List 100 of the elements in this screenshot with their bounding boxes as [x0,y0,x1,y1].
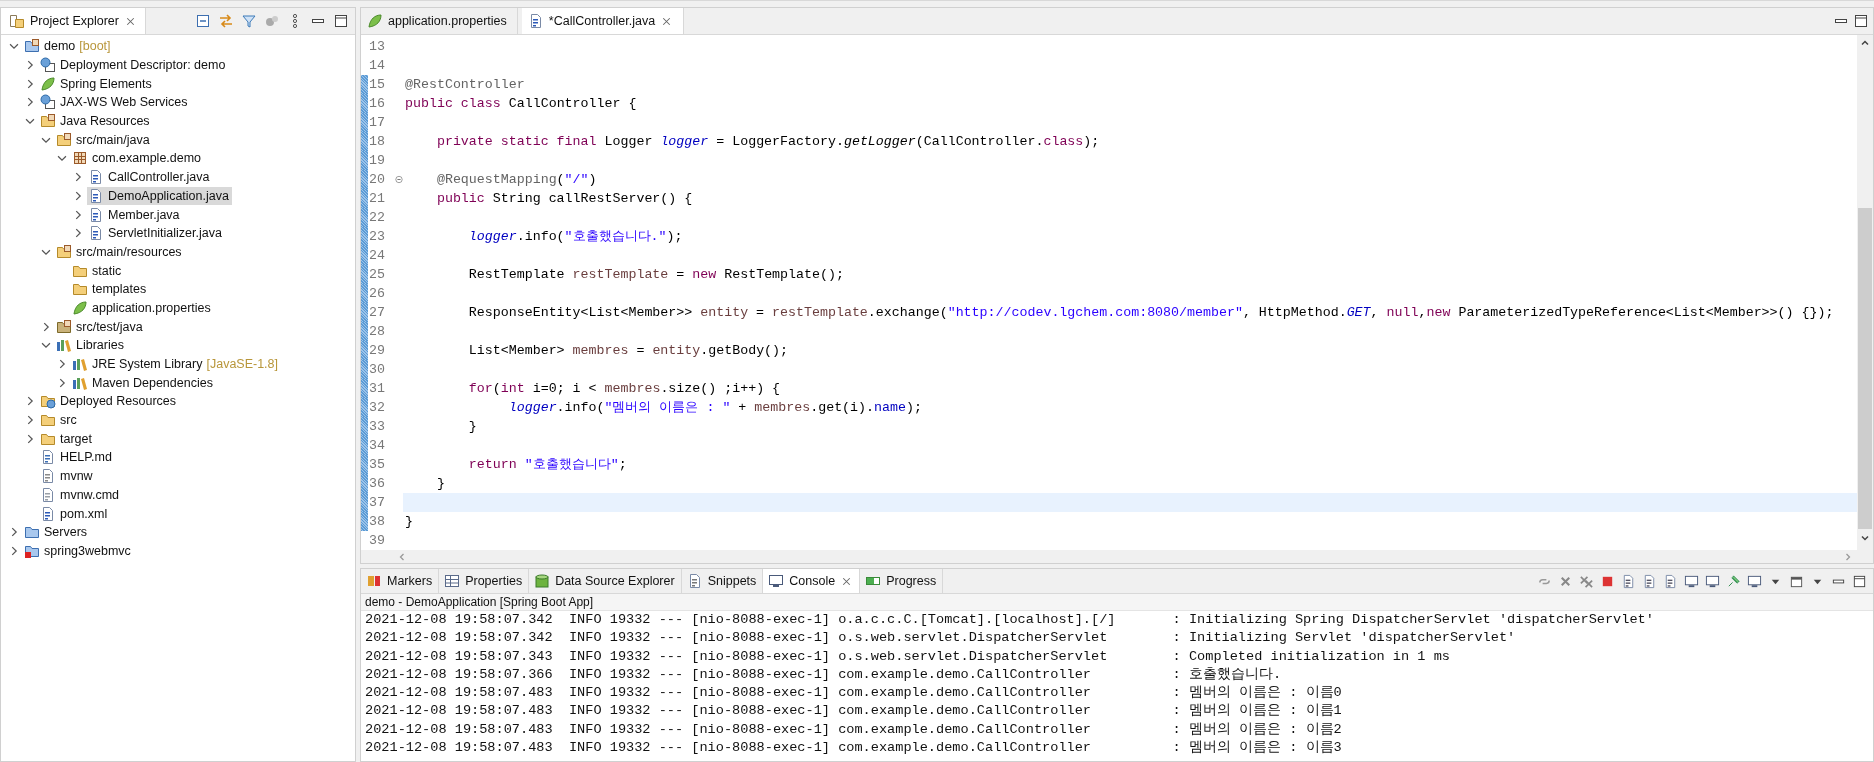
maximize-icon[interactable] [1852,573,1867,589]
package-icon [72,150,88,167]
tree-item[interactable]: com.example.demo [71,149,205,168]
file-icon [40,449,56,466]
tree-item[interactable]: pom.xml [39,504,111,523]
monitor-icon [768,573,785,589]
code-line: public class CallController { [404,95,638,113]
tree-item[interactable]: HELP.md [39,448,115,467]
maximize-icon[interactable] [1853,13,1869,29]
monitor-icon[interactable] [1705,573,1720,589]
line-number: 27 [369,304,386,322]
tree-item[interactable]: Maven Dependencies [71,373,216,392]
tree-item[interactable]: mvnw [39,467,96,486]
filter-icon[interactable] [241,13,257,29]
editor-tab[interactable]: *CallController.java [521,8,685,34]
explorer-icon [9,13,25,29]
folder-icon [40,113,56,130]
tree-item[interactable]: Spring Elements [39,74,155,93]
line-number: 17 [369,114,386,132]
tree-item[interactable]: Libraries [55,336,127,355]
code-line: List<Member> membres = entity.getBody(); [467,342,790,360]
tree-item[interactable]: Servers [23,523,91,542]
tree-item[interactable]: JAX-WS Web Services [39,93,191,112]
line-number: 39 [369,532,386,550]
tree-item[interactable]: demo [boot] [23,37,114,56]
tree-item[interactable]: CallController.java [87,168,213,187]
scroll-up-icon[interactable] [1860,38,1870,48]
line-number: 14 [369,57,386,75]
console-line: 2021-12-08 19:58:07.366 INFO 19332 --- [nio-8088-exec-1] com.example.demo.CallController : 호출했습니다. [365,665,1283,684]
code-line: private static final Logger logger = LoggerFactory.getLogger(CallController.class); [435,133,1101,151]
tree-item[interactable]: JRE System Library [JavaSE-1.8] [71,355,282,374]
line-number: 36 [369,475,386,493]
line-number: 33 [369,418,386,436]
tree-item[interactable]: mvnw.cmd [39,485,123,504]
maximize-icon[interactable] [333,13,349,29]
document-icon[interactable] [1642,573,1657,589]
tree-item[interactable]: target [39,429,95,448]
vertical-scrollbar[interactable] [1857,35,1873,563]
project-icon [24,38,40,55]
fold-icon[interactable] [395,175,403,184]
file-icon [88,169,104,186]
scroll-down-icon[interactable] [1860,533,1870,543]
console-line: 2021-12-08 19:58:07.343 INFO 19332 --- [nio-8088-exec-1] o.s.web.servlet.DispatcherServlet : Completed initialization in 1 ms [365,647,1451,666]
view-tab[interactable]: Project Explorer [1,8,146,34]
line-number: 25 [369,266,386,284]
tree-item[interactable]: ServletInitializer.java [87,224,225,243]
line-number: 30 [369,361,386,379]
view-tab[interactable]: Data Source Explorer [529,569,682,593]
tree-item[interactable]: src [39,411,80,430]
folder-icon [56,318,72,335]
database-icon [534,573,551,589]
file-icon [88,225,104,242]
file-icon [40,468,56,485]
monitor-icon[interactable] [1684,573,1699,589]
view-tab[interactable]: Console [763,569,861,593]
tree-item[interactable]: templates [71,280,150,299]
view-tab[interactable]: Progress [860,569,944,593]
pin-icon[interactable] [1726,573,1741,589]
markers-icon [366,573,382,589]
tree-item[interactable]: spring3webmvc [23,541,134,560]
remove-all-icon[interactable] [1579,573,1594,589]
tree-item[interactable]: Deployed Resources [39,392,180,411]
line-number: 18 [369,133,386,151]
line-number: 19 [369,152,386,170]
process-label: demo - DemoApplication [Spring Boot App] [361,594,1873,611]
line-number: 13 [369,38,386,56]
books-icon [56,337,72,354]
document-icon[interactable] [1663,573,1678,589]
tree-item[interactable]: Java Resources [39,112,153,131]
tree-item[interactable]: Deployment Descriptor: demo [39,56,229,75]
line-number: 32 [369,399,386,417]
console-line: 2021-12-08 19:58:07.483 INFO 19332 --- [nio-8088-exec-1] com.example.demo.CallController : 멤버의 이름은 : 이름0 [365,684,1343,703]
console-line: 2021-12-08 19:58:07.483 INFO 19332 --- [nio-8088-exec-1] com.example.demo.CallController : 멤버의 이름은 : 이름3 [365,739,1343,758]
file-icon [40,505,56,522]
view-tab[interactable]: Properties [439,569,530,593]
line-number: 34 [369,437,386,455]
folder-icon [56,243,72,260]
scrollbar-thumb[interactable] [1858,208,1872,529]
console-line: 2021-12-08 19:58:07.483 INFO 19332 --- [nio-8088-exec-1] com.example.demo.CallController : 멤버의 이름은 : 이름2 [365,720,1343,739]
editor-tab[interactable]: application.properties [361,8,518,34]
console-line: 2021-12-08 19:58:07.342 INFO 19332 --- [nio-8088-exec-1] o.s.web.servlet.DispatcherServlet : Initializing Servlet 'dispatcherServlet' [365,629,1517,648]
collapse-all-icon[interactable] [195,13,211,29]
line-number: 37 [369,494,386,512]
tree-item[interactable]: src/test/java [55,317,146,336]
view-tab[interactable]: Markers [361,569,440,593]
tree-item[interactable]: Member.java [87,205,183,224]
tree-item[interactable]: static [71,261,125,280]
tree-item[interactable]: src/main/resources [55,242,185,261]
line-number: 20 [369,171,386,189]
monitor-icon[interactable] [1747,573,1762,589]
line-number: 15 [369,76,386,94]
code-line: @RestController [404,76,526,94]
document-icon[interactable] [1621,573,1636,589]
code-line: logger.info("멤버의 이름은 : " + membres.get(i).name); [507,399,923,417]
code-line: } [435,475,446,493]
tree-item[interactable]: DemoApplication.java [87,186,232,205]
line-number: 35 [369,456,386,474]
tree-item[interactable]: src/main/java [55,130,153,149]
line-number: 38 [369,513,386,531]
tree-item[interactable]: application.properties [71,298,214,317]
